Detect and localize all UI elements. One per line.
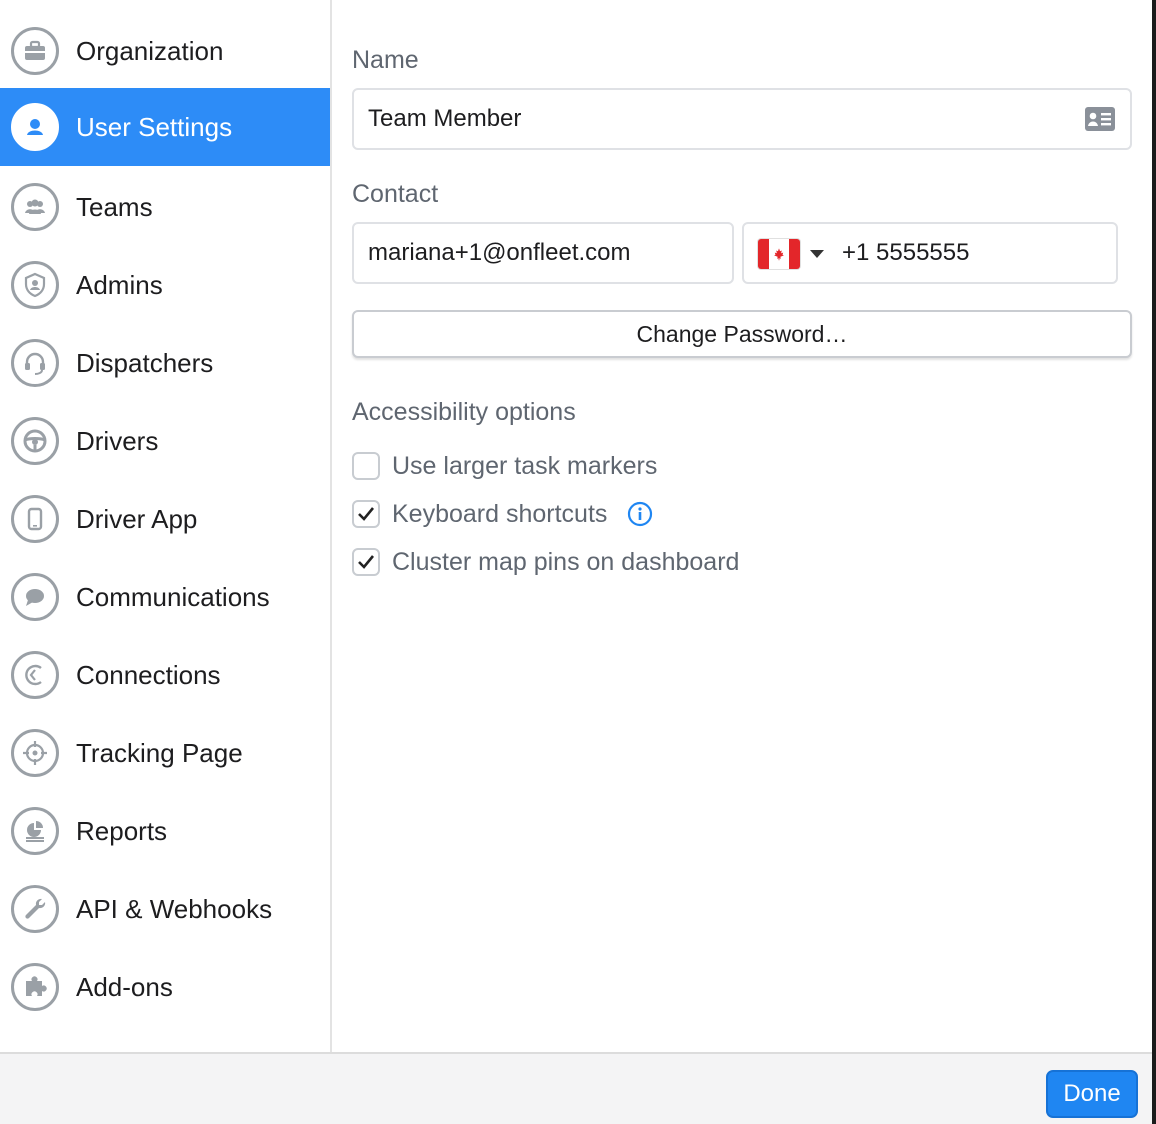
settings-sidebar: Organization User Settings Teams Admins [0,0,332,1052]
option-cluster-map-pins[interactable]: Cluster map pins on dashboard [352,546,739,578]
user-icon [11,103,59,151]
sidebar-item-add-ons[interactable]: Add-ons [0,948,330,1026]
name-field[interactable] [352,88,1132,150]
sidebar-item-dispatchers[interactable]: Dispatchers [0,324,330,402]
option-label: Cluster map pins on dashboard [392,547,740,576]
sidebar-item-label: Driver App [76,504,198,534]
phone-field[interactable]: +1 5555555 [742,222,1118,284]
sidebar-item-label: Communications [76,582,270,612]
sidebar-item-label: Tracking Page [76,738,243,768]
sidebar-item-reports[interactable]: Reports [0,792,330,870]
team-icon [11,183,59,231]
wrench-icon [11,885,59,933]
sidebar-item-api-webhooks[interactable]: API & Webhooks [0,870,330,948]
connections-icon [11,651,59,699]
name-input[interactable] [354,90,1130,148]
sidebar-item-label: API & Webhooks [76,894,273,924]
steering-wheel-icon [11,417,59,465]
sidebar-item-communications[interactable]: Communications [0,558,330,636]
chat-bubble-icon [11,573,59,621]
checkmark-icon [358,555,375,569]
sidebar-item-label: Connections [76,660,221,690]
keyboard-shortcuts-checkbox[interactable] [352,500,380,528]
larger-task-markers-checkbox[interactable] [352,452,380,480]
sidebar-item-admins[interactable]: Admins [0,246,330,324]
email-input[interactable] [354,224,732,282]
accessibility-section-label: Accessibility options [352,398,576,426]
cluster-map-pins-checkbox[interactable] [352,548,380,576]
report-icon [11,807,59,855]
sidebar-item-user-settings[interactable]: User Settings [0,88,330,166]
sidebar-item-label: Reports [76,816,168,846]
sidebar-item-organization[interactable]: Organization [0,12,330,90]
chevron-down-icon [810,250,824,258]
settings-window: Organization User Settings Teams Admins [0,0,1152,1124]
option-larger-task-markers[interactable]: Use larger task markers [352,450,657,482]
canada-flag-icon [758,239,800,269]
change-password-button[interactable]: Change Password… [352,310,1132,358]
sidebar-item-label: Add-ons [76,972,173,1002]
phone-number-input[interactable]: +1 5555555 [842,224,969,282]
sidebar-item-label: Teams [76,192,153,222]
checkmark-icon [358,507,375,521]
dialog-footer: Done [0,1052,1152,1124]
phone-icon [11,495,59,543]
sidebar-item-label: Drivers [76,426,159,456]
window-edge [1152,0,1156,1124]
briefcase-icon [11,27,59,75]
name-section-label: Name [352,46,419,74]
sidebar-item-label: User Settings [76,112,233,142]
sidebar-item-driver-app[interactable]: Driver App [0,480,330,558]
email-field[interactable] [352,222,734,284]
sidebar-item-drivers[interactable]: Drivers [0,402,330,480]
contact-card-icon[interactable] [1084,105,1116,133]
contact-section-label: Contact [352,180,439,208]
puzzle-icon [11,963,59,1011]
country-code-select[interactable] [758,239,824,269]
sidebar-item-teams[interactable]: Teams [0,168,330,246]
option-keyboard-shortcuts[interactable]: Keyboard shortcuts [352,498,653,530]
crosshair-icon [11,729,59,777]
sidebar-item-connections[interactable]: Connections [0,636,330,714]
sidebar-item-tracking-page[interactable]: Tracking Page [0,714,330,792]
headset-icon [11,339,59,387]
info-icon[interactable] [627,501,653,527]
sidebar-item-label: Dispatchers [76,348,214,378]
option-label: Use larger task markers [392,451,658,480]
shield-icon [11,261,59,309]
sidebar-item-label: Organization [76,36,224,66]
done-button[interactable]: Done [1046,1070,1138,1118]
option-label: Keyboard shortcuts [392,499,608,528]
sidebar-item-label: Admins [76,270,163,300]
